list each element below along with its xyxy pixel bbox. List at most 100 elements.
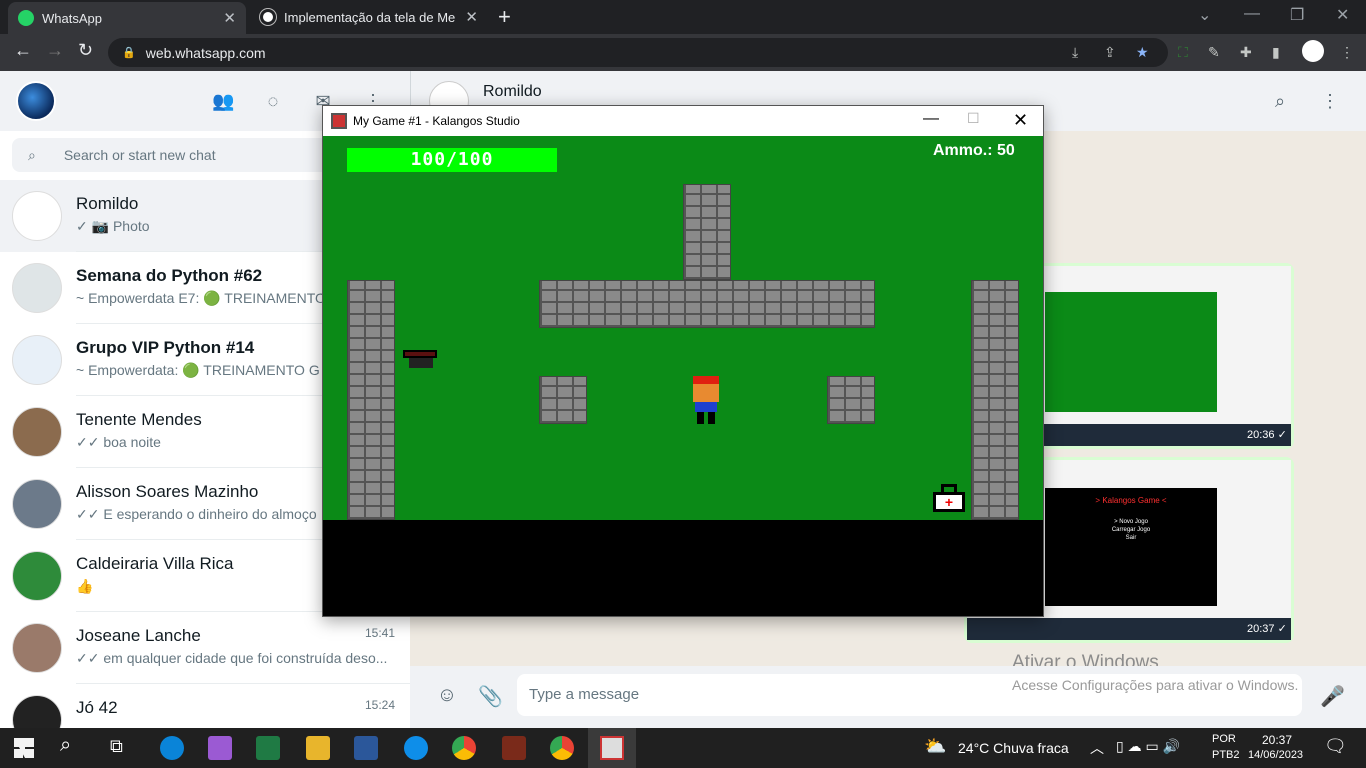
message-composer: ☺ 📎 Type a message 🎤 [410, 666, 1366, 728]
attach-icon[interactable]: 📎 [478, 684, 503, 708]
sidepanel-icon[interactable]: ▮ [1272, 44, 1288, 60]
chat-name: Tenente Mendes [76, 410, 202, 429]
minimize-button[interactable]: — [1244, 5, 1260, 23]
forward-icon[interactable]: → [46, 40, 64, 61]
puzzle-icon[interactable]: ✚ [1240, 44, 1256, 60]
omnibox[interactable]: 🔒 web.whatsapp.com [108, 38, 1168, 67]
tray-icons[interactable]: ▯ ☁ ▭ 🔊 [1116, 738, 1180, 755]
message-time: 20:36 ✓ [1247, 429, 1287, 441]
file-explorer-icon[interactable] [306, 736, 330, 760]
chrome-icon[interactable] [452, 736, 476, 760]
game-window-titlebar[interactable]: My Game #1 - Kalangos Studio — ☐ ✕ [323, 106, 1043, 136]
chat-list-item[interactable]: Joseane Lanche 15:41 ✓✓ em qualquer cidade… [0, 612, 410, 684]
close-tab-icon[interactable]: ✕ [465, 8, 478, 26]
tab-label: WhatsApp [42, 10, 102, 26]
tray-chevron-icon[interactable]: ︿ [1090, 738, 1104, 758]
browser-tab-bar: WhatsApp ✕ Implementação da tela de Menu… [0, 0, 1366, 34]
lock-icon: 🔒 [122, 47, 136, 59]
ammo-counter: Ammo.: 50 [933, 142, 1015, 159]
chat-preview: ✓✓ em qualquer cidade que foi construída… [76, 650, 388, 666]
close-window-button[interactable]: ✕ [1336, 5, 1349, 25]
weather-icon[interactable]: ⛅ [924, 736, 946, 757]
pen-extension-icon[interactable]: ✎ [1208, 44, 1224, 60]
game-field: + 100/100 Ammo.: 50 [323, 136, 1043, 520]
status-icon[interactable]: ◌ [262, 91, 284, 111]
game-window-title: My Game #1 - Kalangos Studio [353, 114, 520, 128]
menu-item: > Novo Jogo [1114, 519, 1148, 525]
chat-name: Caldeiraria Villa Rica [76, 554, 234, 573]
game-thumbnail [1045, 292, 1217, 412]
app-icon[interactable] [208, 736, 232, 760]
avatar [12, 191, 62, 241]
communities-icon[interactable]: 👥 [212, 91, 234, 111]
keyboard-layout[interactable]: PTB2 [1212, 749, 1240, 761]
thumb-taskbar [967, 618, 1291, 640]
brick-wall-left [347, 280, 395, 520]
java-app-icon [331, 113, 347, 129]
avatar [12, 407, 62, 457]
brick-wall-top [683, 184, 731, 280]
close-button[interactable]: ✕ [1013, 110, 1028, 131]
word-icon[interactable] [354, 736, 378, 760]
avatar[interactable] [16, 81, 56, 121]
excel-icon[interactable] [256, 736, 280, 760]
tab-github[interactable]: Implementação da tela de Menu ✕ [250, 0, 488, 34]
input-language[interactable]: POR [1212, 733, 1236, 745]
chrome-profile-icon[interactable] [550, 736, 574, 760]
avatar [12, 479, 62, 529]
chat-name: Jó 42 [76, 698, 118, 717]
windows-start-icon[interactable] [14, 738, 34, 758]
search-placeholder: Search or start new chat [63, 147, 216, 163]
restore-button[interactable]: ❐ [1290, 5, 1304, 25]
chat-name: Romildo [76, 194, 139, 213]
notifications-icon[interactable]: 🗨 [1324, 736, 1347, 757]
chat-item-body: Joseane Lanche 15:41 ✓✓ em qualquer cidade… [76, 612, 410, 684]
tab-search-icon[interactable]: ⌄ [1198, 5, 1211, 25]
url-text: web.whatsapp.com [145, 44, 266, 61]
menu-icon[interactable]: ⋮ [1340, 44, 1356, 60]
menu-item: Sair [1125, 535, 1137, 541]
brick-wall-horizontal [539, 280, 875, 328]
edge-icon[interactable] [160, 736, 184, 760]
chat-name: Joseane Lanche [76, 626, 201, 645]
menu-title: > Kalangos Game < [1095, 496, 1167, 505]
tab-whatsapp[interactable]: WhatsApp ✕ [8, 2, 246, 34]
windows-taskbar: ⌕ ⧉ ⛅ 24°C Chuva fraca ︿ ▯ ☁ ▭ 🔊 POR PTB… [0, 728, 1366, 768]
share-icon[interactable]: ⇪ [1104, 44, 1120, 60]
profile-avatar[interactable] [1302, 40, 1324, 62]
search-icon[interactable]: ⌕ [60, 734, 71, 757]
health-bar: 100/100 [347, 148, 557, 172]
search-icon[interactable]: ⌕ [1269, 91, 1291, 111]
clock-time[interactable]: 20:37 [1262, 733, 1292, 747]
minimize-button[interactable]: — [923, 110, 939, 128]
brick-wall-right [971, 280, 1019, 520]
menu-item: Carregar Jogo [1111, 527, 1151, 533]
back-icon[interactable]: ← [14, 40, 32, 61]
game-menu-thumbnail: > Kalangos Game < > Novo Jogo Carregar J… [1045, 488, 1217, 606]
avatar [12, 695, 62, 728]
clock-date[interactable]: 14/06/2023 [1248, 749, 1303, 761]
close-tab-icon[interactable]: ✕ [223, 9, 236, 27]
chat-name: Alisson Soares Mazinho [76, 482, 259, 501]
weather-text[interactable]: 24°C Chuva fraca [958, 740, 1069, 756]
task-view-icon[interactable]: ⧉ [110, 736, 123, 757]
contact-name[interactable]: Romildo [483, 83, 542, 101]
java-game-taskbar-button[interactable] [588, 728, 636, 768]
teamviewer-icon[interactable] [404, 736, 428, 760]
new-tab-button[interactable]: + [498, 4, 511, 30]
game-canvas[interactable]: + 100/100 Ammo.: 50 [323, 136, 1043, 616]
player-sprite [691, 376, 721, 424]
reload-icon[interactable]: ↻ [78, 40, 93, 61]
chat-list-item[interactable]: Jó 42 15:24 [0, 684, 410, 728]
avatar [12, 335, 62, 385]
microphone-icon[interactable]: 🎤 [1320, 684, 1345, 708]
extension-icon[interactable]: ⛶ [1178, 44, 1194, 60]
emoji-icon[interactable]: ☺ [436, 684, 458, 706]
tab-label: Implementação da tela de Menu [284, 9, 456, 25]
bookmark-star-icon[interactable]: ★ [1136, 44, 1152, 60]
menu-icon[interactable]: ⋮ [1319, 91, 1341, 111]
maximize-button[interactable]: ☐ [967, 110, 980, 127]
avatar [12, 551, 62, 601]
app-icon[interactable] [502, 736, 526, 760]
install-icon[interactable]: ⤓ [1072, 44, 1088, 60]
